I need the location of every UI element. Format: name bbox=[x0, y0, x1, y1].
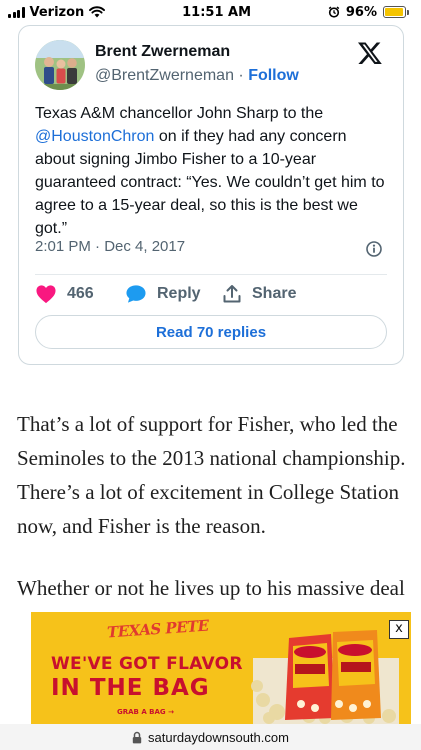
handle-separator: · bbox=[233, 67, 249, 84]
carrier-label: Verizon bbox=[29, 4, 85, 20]
mention-link[interactable]: @HoustonChron bbox=[35, 128, 154, 145]
avatar[interactable] bbox=[35, 40, 85, 90]
share-button[interactable]: Share bbox=[222, 284, 296, 304]
handle-line: @BrentZwerneman · Follow bbox=[95, 67, 299, 85]
tweet-divider bbox=[35, 274, 387, 275]
ad-headline-line-1: WE'VE GOT FLAVOR bbox=[51, 654, 243, 674]
author-handle[interactable]: @BrentZwerneman bbox=[95, 67, 234, 84]
status-left: Verizon bbox=[8, 4, 106, 20]
tweet-text: Texas A&M chancellor John Sharp to the @… bbox=[35, 102, 391, 240]
status-right: 96% bbox=[328, 5, 409, 20]
alarm-icon bbox=[328, 6, 340, 18]
clock: 11:51 AM bbox=[182, 4, 252, 20]
follow-link[interactable]: Follow bbox=[248, 67, 299, 84]
battery-icon bbox=[382, 6, 409, 18]
address-bar[interactable]: saturdaydownsouth.com bbox=[0, 724, 421, 750]
article-paragraph-2: Whether or not he lives up to his massiv… bbox=[17, 576, 405, 600]
snack-bags-image bbox=[251, 630, 399, 724]
tweet-text-start: Texas A&M chancellor John Sharp to the bbox=[35, 105, 324, 122]
battery-level-fill bbox=[384, 8, 404, 16]
ad-headline-line-2: IN THE BAG bbox=[51, 675, 210, 701]
read-replies-button[interactable]: Read 70 replies bbox=[35, 315, 387, 349]
author-name[interactable]: Brent Zwerneman bbox=[95, 43, 230, 61]
battery-percent: 96% bbox=[345, 4, 377, 20]
embedded-tweet[interactable]: Brent Zwerneman @BrentZwerneman · Follow… bbox=[18, 25, 404, 365]
wifi-icon bbox=[89, 6, 106, 18]
ad-brand-logo: TEXAS PETE bbox=[106, 616, 210, 642]
like-count: 466 bbox=[67, 285, 94, 302]
x-logo-icon[interactable] bbox=[357, 40, 383, 66]
info-icon[interactable] bbox=[365, 240, 383, 258]
share-label: Share bbox=[252, 285, 297, 302]
ad-headline: WE'VE GOT FLAVOR IN THE BAG bbox=[51, 652, 243, 700]
tweet-timestamp[interactable]: 2:01 PM · Dec 4, 2017 bbox=[35, 238, 185, 255]
like-button[interactable]: 466 bbox=[35, 284, 125, 304]
ad-close-button[interactable]: x bbox=[389, 620, 409, 639]
tweet-actions: 466 Reply Share bbox=[35, 282, 296, 306]
heart-icon bbox=[36, 285, 56, 304]
reply-bubble-icon bbox=[126, 285, 146, 303]
ad-cta[interactable]: GRAB A BAG → bbox=[117, 708, 174, 716]
url-domain: saturdaydownsouth.com bbox=[148, 729, 289, 745]
share-icon bbox=[223, 285, 241, 303]
signal-icon bbox=[8, 6, 25, 18]
reply-label: Reply bbox=[157, 285, 201, 302]
ad-banner[interactable]: TEXAS PETE WE'VE GOT FLAVOR IN THE BAG G… bbox=[31, 612, 411, 724]
status-bar: Verizon 11:51 AM 96% bbox=[0, 0, 421, 24]
lock-icon bbox=[132, 731, 142, 743]
article-paragraph-1: That’s a lot of support for Fisher, who … bbox=[17, 412, 406, 538]
reply-button[interactable]: Reply bbox=[125, 284, 222, 304]
